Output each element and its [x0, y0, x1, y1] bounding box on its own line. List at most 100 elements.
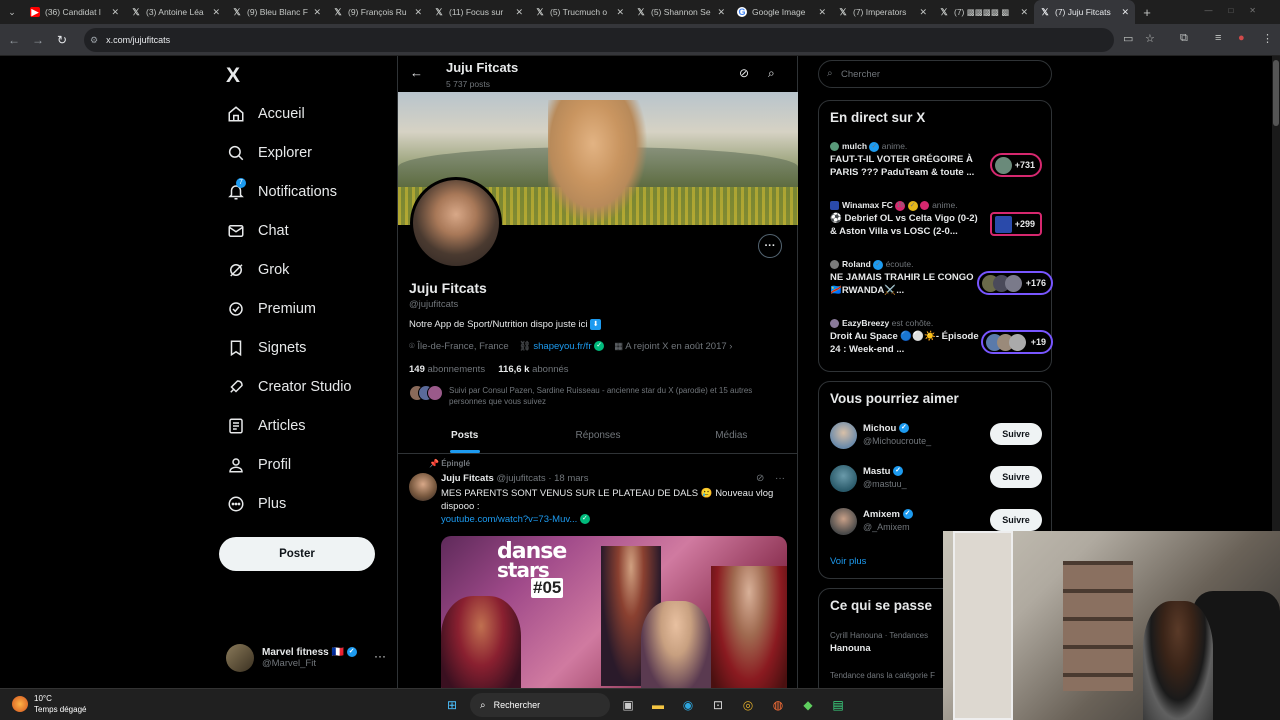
chrome-menu-icon[interactable]: ⋮ [1262, 32, 1273, 45]
forward-arrow-icon[interactable]: → [26, 33, 50, 47]
search-icon[interactable]: ⌕ [768, 66, 775, 81]
tab-media[interactable]: Médias [665, 418, 798, 453]
nav-item-premium[interactable]: Premium [226, 299, 316, 319]
profile-avatar[interactable] [410, 177, 502, 269]
nav-item-more[interactable]: Plus [226, 494, 286, 514]
follow-button[interactable]: Suivre [990, 466, 1042, 488]
x-logo-icon[interactable]: X [226, 64, 240, 88]
close-icon[interactable]: ✕ [717, 7, 725, 18]
chrome-icon[interactable]: ◎ [736, 693, 760, 717]
search-input[interactable]: ⌕ Chercher [818, 60, 1052, 88]
grok-icon[interactable]: ⊘ [739, 66, 749, 80]
back-arrow-icon[interactable]: ← [2, 33, 26, 47]
live-listeners-pill[interactable]: +731 [990, 153, 1042, 177]
browser-tab[interactable]: 𝕏 (7) Juju Fitcats ✕ [1034, 0, 1135, 24]
weather-widget[interactable]: 10°C Temps dégagé [12, 693, 86, 715]
post-link[interactable]: youtube.com/watch?v=73-Muv... [441, 514, 577, 525]
extensions-icon[interactable]: ⧉ [1180, 32, 1188, 45]
browser-tab[interactable]: 𝕏 (7) Imperators ✕ [832, 0, 933, 24]
windows-start-icon[interactable]: ⊞ [440, 693, 464, 717]
nav-item-grok[interactable]: Grok [226, 260, 289, 280]
trend-item[interactable]: Tendance dans la catégorie F [830, 671, 935, 680]
browser-tab[interactable]: 𝕏 (9) François Ru ✕ [327, 0, 428, 24]
back-arrow-icon[interactable]: ← [410, 65, 423, 80]
close-icon[interactable]: ✕ [818, 7, 826, 18]
task-view-icon[interactable]: ▣ [616, 693, 640, 717]
more-dots-icon[interactable]: ··· [374, 649, 386, 663]
browser-tab[interactable]: G Google Image ✕ [731, 0, 832, 24]
close-icon[interactable]: ✕ [111, 7, 119, 18]
site-info-icon[interactable]: ⚙ [90, 35, 98, 46]
store-icon[interactable]: ⊡ [706, 693, 730, 717]
live-item[interactable]: EazyBreezy est cohôte. Droit Au Space 🔵⚪… [830, 318, 1053, 374]
taskbar-search[interactable]: ⌕ Rechercher [470, 693, 610, 717]
live-listeners-pill[interactable]: +299 [990, 212, 1042, 236]
file-explorer-icon[interactable]: ▬ [646, 693, 670, 717]
more-options-button[interactable]: ··· [758, 234, 782, 258]
see-more-link[interactable]: Voir plus [830, 556, 866, 567]
window-controls[interactable]: —□✕ [1204, 6, 1272, 15]
nav-item-chat[interactable]: Chat [226, 221, 289, 241]
close-icon[interactable]: ✕ [313, 7, 321, 18]
tab-search-icon[interactable]: ⌄ [0, 0, 24, 24]
scrollbar-thumb[interactable] [1273, 60, 1279, 126]
live-listeners-pill[interactable]: +176 [977, 271, 1053, 295]
profile-icon[interactable]: ● [1238, 32, 1245, 44]
live-item[interactable]: Roland ✓ écoute. NE JAMAIS TRAHIR LE CON… [830, 259, 1053, 315]
nav-item-notifications[interactable]: 7 Notifications [226, 178, 337, 202]
browser-tab[interactable]: 𝕏 (9) Bleu Blanc F ✕ [226, 0, 327, 24]
nav-item-profile[interactable]: Profil [226, 455, 291, 475]
followed-by[interactable]: Suivi par Consul Pazen, Sardine Ruisseau… [409, 385, 789, 409]
more-dots-icon[interactable]: ··· [775, 473, 785, 484]
close-icon[interactable]: ✕ [212, 7, 220, 18]
sidebar-icon[interactable]: ≡ [1215, 32, 1221, 44]
close-icon[interactable]: ✕ [1121, 7, 1129, 18]
live-listeners-pill[interactable]: +19 [981, 330, 1053, 354]
browser-tab[interactable]: 𝕏 (5) Trucmuch o ✕ [529, 0, 630, 24]
website-link[interactable]: shapeyou.fr/fr [533, 341, 591, 352]
browser-tab[interactable]: 𝕏 (3) Antoine Léa ✕ [125, 0, 226, 24]
app-icon[interactable]: ◆ [796, 693, 820, 717]
close-icon[interactable]: ✕ [919, 7, 927, 18]
close-icon[interactable]: ✕ [414, 7, 422, 18]
nav-item-articles[interactable]: Articles [226, 416, 306, 436]
star-bookmark-icon[interactable]: ☆ [1145, 32, 1155, 45]
follow-button[interactable]: Suivre [990, 509, 1042, 531]
following-link[interactable]: 149 abonnements [409, 364, 485, 375]
edge-icon[interactable]: ◉ [676, 693, 700, 717]
follow-button[interactable]: Suivre [990, 423, 1042, 445]
post-author[interactable]: Juju Fitcats [441, 473, 494, 484]
close-icon[interactable]: ✕ [1020, 7, 1028, 18]
account-switcher[interactable]: Marvel fitness 🇫🇷 ✓ @Marvel_Fit ··· [226, 643, 386, 673]
join-date[interactable]: ▦ A rejoint X en août 2017 › [614, 341, 732, 352]
tab-posts[interactable]: Posts [398, 418, 531, 453]
suggestion-item[interactable]: Mastu ✓ @mastuu_ Suivre [830, 463, 1044, 499]
nav-item-explore[interactable]: Explorer [226, 143, 312, 163]
reload-icon[interactable]: ↻ [50, 33, 74, 47]
url-field[interactable]: ⚙ x.com/jujufitcats [84, 28, 1114, 52]
tab-replies[interactable]: Réponses [531, 418, 664, 453]
grok-icon[interactable]: ⊘ [756, 473, 764, 484]
post-media-image[interactable]: danse stars #05 [441, 536, 787, 688]
live-item[interactable]: Winamax FC 18 ✓ anime. ⚽ Debrief OL vs C… [830, 200, 1044, 256]
nav-item-creator-studio[interactable]: Creator Studio [226, 377, 352, 397]
browser-tab[interactable]: ▶ (36) Candidat l ✕ [24, 0, 125, 24]
followers-link[interactable]: 116,6 k abonnés [498, 364, 568, 375]
nav-item-home[interactable]: Accueil [226, 104, 305, 124]
pinned-post[interactable]: 📌 Épinglé Juju Fitcats @jujufitcats · 18… [398, 454, 798, 688]
browser-tab[interactable]: 𝕏 (11) Focus sur ✕ [428, 0, 529, 24]
suggestion-item[interactable]: Michou ✓ @Michoucroute_ Suivre [830, 420, 1044, 456]
cast-icon[interactable]: ▭ [1123, 32, 1133, 45]
close-icon[interactable]: ✕ [515, 7, 523, 18]
close-icon[interactable]: ✕ [616, 7, 624, 18]
live-item[interactable]: mulch ✓ anime. FAUT-T-IL VOTER GRÉGOIRE … [830, 141, 1044, 197]
obs-icon[interactable]: ▤ [826, 693, 850, 717]
trend-item[interactable]: Cyrill Hanouna · Tendances Hanouna [830, 631, 928, 654]
browser-tab[interactable]: 𝕏 (5) Shannon Se ✕ [630, 0, 731, 24]
post-date[interactable]: · 18 mars [548, 473, 588, 484]
new-tab-button[interactable]: + [1135, 5, 1159, 20]
post-button[interactable]: Poster [219, 537, 375, 571]
firefox-icon[interactable]: ◍ [766, 693, 790, 717]
nav-item-bookmarks[interactable]: Signets [226, 338, 306, 358]
avatar[interactable] [409, 473, 437, 501]
